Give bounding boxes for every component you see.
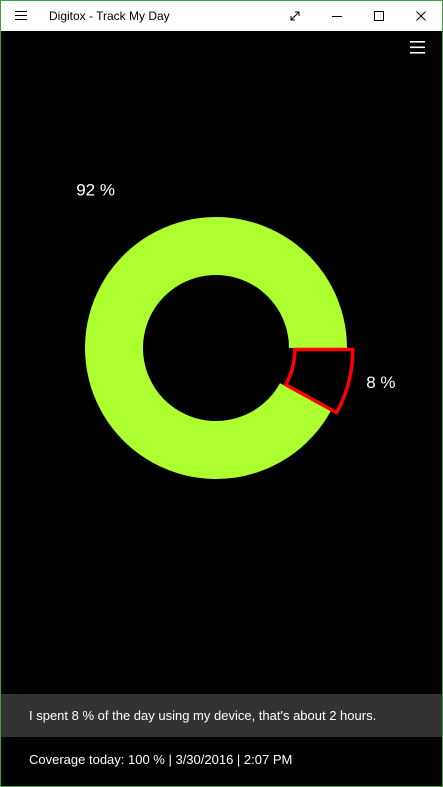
summary-text: I spent 8 % of the day using my device, … (29, 708, 377, 723)
summary-bar: I spent 8 % of the day using my device, … (1, 694, 442, 737)
title-bar: Digitox - Track My Day (1, 1, 442, 31)
app-menu-button[interactable] (410, 39, 430, 57)
hamburger-icon (15, 11, 27, 20)
expand-diagonal-icon (290, 11, 300, 21)
hamburger-icon (410, 41, 425, 54)
maximize-button[interactable] (358, 1, 400, 31)
nav-menu-button[interactable] (1, 1, 41, 31)
minimize-icon (332, 16, 342, 17)
donut-slice-label-0: 92 % (76, 180, 115, 199)
maximize-icon (374, 11, 384, 21)
coverage-text: Coverage today: 100 % | 3/30/2016 | 2:07… (29, 752, 293, 767)
expand-button[interactable] (274, 1, 316, 31)
close-icon (416, 11, 426, 21)
donut-slice-label-1: 8 % (366, 373, 395, 392)
app-window: Digitox - Track My Day 8 % 92 % I spent … (0, 0, 443, 787)
minimize-button[interactable] (316, 1, 358, 31)
close-button[interactable] (400, 1, 442, 31)
window-title: Digitox - Track My Day (49, 9, 170, 23)
usage-donut-chart: 8 % 92 % (76, 180, 395, 480)
